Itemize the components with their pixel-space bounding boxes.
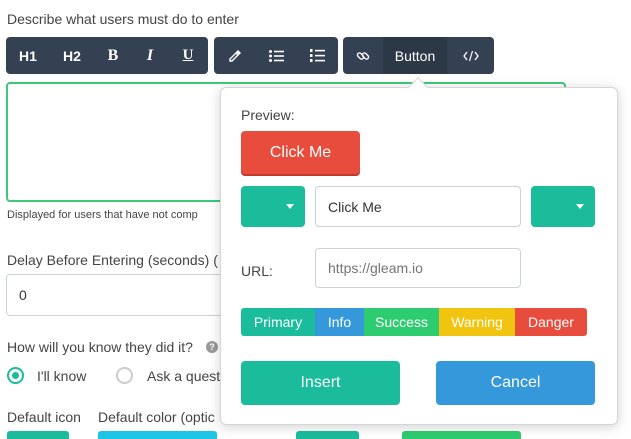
numbered-list-icon [309,49,325,62]
button-insert-button[interactable]: Button [383,37,447,74]
default-icon-select[interactable] [7,431,69,439]
delay-input[interactable]: 0 [6,274,236,316]
button-text-input[interactable]: Click Me [315,186,521,227]
delay-label: Delay Before Entering (seconds) ( [7,252,218,268]
eyedropper-button[interactable] [214,37,256,74]
link-button[interactable] [343,37,383,74]
code-icon [462,50,479,61]
default-color-select[interactable] [98,431,217,439]
text-color-dropdown[interactable] [241,186,305,227]
insert-button[interactable]: Insert [241,361,400,405]
bold-button[interactable]: B [94,37,132,74]
style-info[interactable]: Info [315,308,364,336]
style-success[interactable]: Success [364,308,439,336]
toolbar-link-group: Button [343,37,494,74]
preview-button: Click Me [241,131,360,174]
verify-method-label: How will you know they did it? [7,339,193,355]
radio-ill-know-label: I'll know [37,368,87,384]
option-select[interactable] [296,431,359,439]
radio-ill-know[interactable] [7,367,24,384]
radio-ask-question-label: Ask a quest [147,368,221,384]
h2-button[interactable]: H2 [50,37,94,74]
url-label: URL: [241,263,273,279]
option-color-select[interactable] [402,431,521,439]
bullet-list-button[interactable] [256,37,296,74]
entry-description-label: Describe what users must do to enter [7,11,239,27]
cancel-button[interactable]: Cancel [436,361,595,405]
radio-ask-question[interactable] [116,367,133,384]
entry-help-text: Displayed for users that have not comp [7,209,198,221]
bullet-list-icon [268,49,284,62]
help-icon[interactable]: ? [206,341,218,353]
style-primary[interactable]: Primary [241,308,315,336]
preview-label: Preview: [241,107,295,123]
h1-button[interactable]: H1 [6,37,50,74]
default-icon-label: Default icon [7,409,81,425]
toolbar-insert-group [214,37,338,74]
style-warning[interactable]: Warning [439,308,515,336]
button-color-dropdown[interactable] [531,186,595,227]
default-color-label: Default color (optic [98,409,215,425]
eyedropper-icon [229,49,241,62]
link-icon [356,51,370,60]
url-input[interactable] [315,248,521,288]
style-danger[interactable]: Danger [515,308,587,336]
numbered-list-button[interactable] [296,37,338,74]
toolbar-format-group: H1 H2 B I U [6,37,208,74]
code-view-button[interactable] [447,37,494,74]
italic-button[interactable]: I [132,37,168,74]
underline-button[interactable]: U [168,37,208,74]
